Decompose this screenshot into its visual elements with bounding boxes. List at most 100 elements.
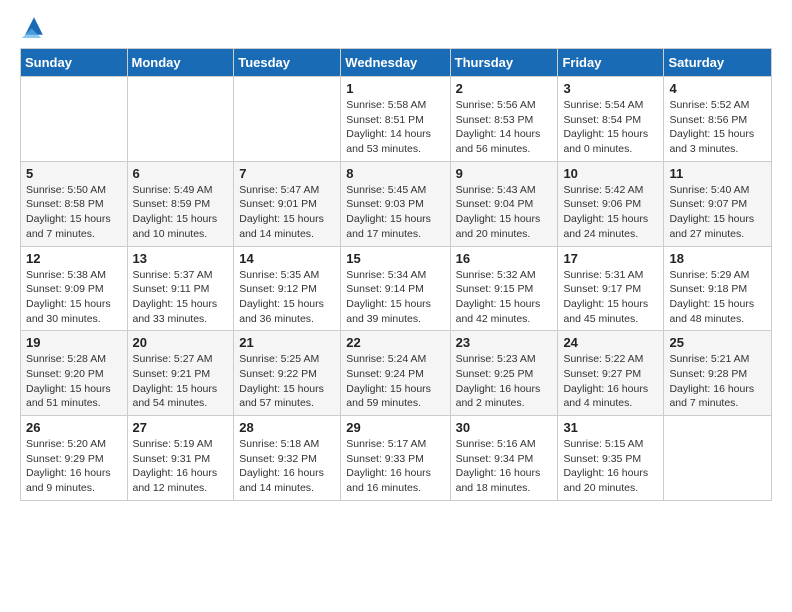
day-number: 25 bbox=[669, 335, 766, 350]
day-info: Sunrise: 5:42 AMSunset: 9:06 PMDaylight:… bbox=[563, 183, 658, 242]
day-info: Sunrise: 5:34 AMSunset: 9:14 PMDaylight:… bbox=[346, 268, 444, 327]
day-info: Sunrise: 5:27 AMSunset: 9:21 PMDaylight:… bbox=[133, 352, 229, 411]
day-number: 7 bbox=[239, 166, 335, 181]
calendar-cell bbox=[234, 77, 341, 162]
calendar-cell: 14 Sunrise: 5:35 AMSunset: 9:12 PMDayligh… bbox=[234, 246, 341, 331]
day-number: 2 bbox=[456, 81, 553, 96]
day-number: 12 bbox=[26, 251, 122, 266]
calendar-cell: 26 Sunrise: 5:20 AMSunset: 9:29 PMDayligh… bbox=[21, 416, 128, 501]
day-number: 21 bbox=[239, 335, 335, 350]
calendar-cell bbox=[127, 77, 234, 162]
calendar-cell: 16 Sunrise: 5:32 AMSunset: 9:15 PMDayligh… bbox=[450, 246, 558, 331]
day-number: 8 bbox=[346, 166, 444, 181]
calendar-cell bbox=[21, 77, 128, 162]
day-info: Sunrise: 5:38 AMSunset: 9:09 PMDaylight:… bbox=[26, 268, 122, 327]
day-number: 16 bbox=[456, 251, 553, 266]
day-info: Sunrise: 5:29 AMSunset: 9:18 PMDaylight:… bbox=[669, 268, 766, 327]
calendar: SundayMondayTuesdayWednesdayThursdayFrid… bbox=[20, 48, 772, 501]
day-number: 29 bbox=[346, 420, 444, 435]
day-info: Sunrise: 5:17 AMSunset: 9:33 PMDaylight:… bbox=[346, 437, 444, 496]
day-number: 20 bbox=[133, 335, 229, 350]
calendar-cell: 31 Sunrise: 5:15 AMSunset: 9:35 PMDayligh… bbox=[558, 416, 664, 501]
day-number: 23 bbox=[456, 335, 553, 350]
day-number: 19 bbox=[26, 335, 122, 350]
calendar-cell: 22Sunrise: 5:24 AMSunset: 9:24 PMDayligh… bbox=[341, 331, 450, 416]
day-info: Sunrise: 5:23 AMSunset: 9:25 PMDaylight:… bbox=[456, 352, 553, 411]
col-header-saturday: Saturday bbox=[664, 49, 772, 77]
day-number: 9 bbox=[456, 166, 553, 181]
week-row-4: 19 Sunrise: 5:28 AMSunset: 9:20 PMDayligh… bbox=[21, 331, 772, 416]
header bbox=[20, 16, 772, 38]
day-number: 11 bbox=[669, 166, 766, 181]
day-info: Sunrise: 5:35 AMSunset: 9:12 PMDaylight:… bbox=[239, 268, 335, 327]
calendar-cell: 18 Sunrise: 5:29 AMSunset: 9:18 PMDayligh… bbox=[664, 246, 772, 331]
day-info: Sunrise: 5:15 AMSunset: 9:35 PMDaylight:… bbox=[563, 437, 658, 496]
calendar-cell: 9 Sunrise: 5:43 AMSunset: 9:04 PMDaylight… bbox=[450, 161, 558, 246]
calendar-cell: 21Sunrise: 5:25 AMSunset: 9:22 PMDayligh… bbox=[234, 331, 341, 416]
day-info: Sunrise: 5:47 AMSunset: 9:01 PMDaylight:… bbox=[239, 183, 335, 242]
day-info: Sunrise: 5:19 AMSunset: 9:31 PMDaylight:… bbox=[133, 437, 229, 496]
calendar-cell: 25 Sunrise: 5:21 AMSunset: 9:28 PMDayligh… bbox=[664, 331, 772, 416]
day-number: 22 bbox=[346, 335, 444, 350]
day-info: Sunrise: 5:31 AMSunset: 9:17 PMDaylight:… bbox=[563, 268, 658, 327]
day-info: Sunrise: 5:58 AMSunset: 8:51 PMDaylight:… bbox=[346, 98, 444, 157]
calendar-cell: 2 Sunrise: 5:56 AMSunset: 8:53 PMDaylight… bbox=[450, 77, 558, 162]
day-number: 13 bbox=[133, 251, 229, 266]
col-header-monday: Monday bbox=[127, 49, 234, 77]
day-number: 26 bbox=[26, 420, 122, 435]
day-info: Sunrise: 5:49 AMSunset: 8:59 PMDaylight:… bbox=[133, 183, 229, 242]
week-row-1: 1 Sunrise: 5:58 AMSunset: 8:51 PMDaylight… bbox=[21, 77, 772, 162]
calendar-cell: 19 Sunrise: 5:28 AMSunset: 9:20 PMDayligh… bbox=[21, 331, 128, 416]
calendar-cell: 20 Sunrise: 5:27 AMSunset: 9:21 PMDayligh… bbox=[127, 331, 234, 416]
day-number: 10 bbox=[563, 166, 658, 181]
calendar-cell: 23 Sunrise: 5:23 AMSunset: 9:25 PMDayligh… bbox=[450, 331, 558, 416]
calendar-cell: 3 Sunrise: 5:54 AMSunset: 8:54 PMDaylight… bbox=[558, 77, 664, 162]
day-number: 15 bbox=[346, 251, 444, 266]
calendar-cell: 24Sunrise: 5:22 AMSunset: 9:27 PMDayligh… bbox=[558, 331, 664, 416]
col-header-tuesday: Tuesday bbox=[234, 49, 341, 77]
calendar-cell: 11 Sunrise: 5:40 AMSunset: 9:07 PMDayligh… bbox=[664, 161, 772, 246]
day-info: Sunrise: 5:43 AMSunset: 9:04 PMDaylight:… bbox=[456, 183, 553, 242]
col-header-wednesday: Wednesday bbox=[341, 49, 450, 77]
calendar-cell: 7 Sunrise: 5:47 AMSunset: 9:01 PMDaylight… bbox=[234, 161, 341, 246]
day-info: Sunrise: 5:16 AMSunset: 9:34 PMDaylight:… bbox=[456, 437, 553, 496]
day-number: 18 bbox=[669, 251, 766, 266]
day-info: Sunrise: 5:21 AMSunset: 9:28 PMDaylight:… bbox=[669, 352, 766, 411]
day-number: 31 bbox=[563, 420, 658, 435]
day-info: Sunrise: 5:18 AMSunset: 9:32 PMDaylight:… bbox=[239, 437, 335, 496]
day-number: 6 bbox=[133, 166, 229, 181]
calendar-cell: 15 Sunrise: 5:34 AMSunset: 9:14 PMDayligh… bbox=[341, 246, 450, 331]
day-info: Sunrise: 5:52 AMSunset: 8:56 PMDaylight:… bbox=[669, 98, 766, 157]
week-row-3: 12 Sunrise: 5:38 AMSunset: 9:09 PMDayligh… bbox=[21, 246, 772, 331]
calendar-cell: 4 Sunrise: 5:52 AMSunset: 8:56 PMDaylight… bbox=[664, 77, 772, 162]
day-info: Sunrise: 5:37 AMSunset: 9:11 PMDaylight:… bbox=[133, 268, 229, 327]
day-number: 4 bbox=[669, 81, 766, 96]
calendar-cell: 1 Sunrise: 5:58 AMSunset: 8:51 PMDaylight… bbox=[341, 77, 450, 162]
day-number: 3 bbox=[563, 81, 658, 96]
day-info: Sunrise: 5:54 AMSunset: 8:54 PMDaylight:… bbox=[563, 98, 658, 157]
calendar-cell: 30Sunrise: 5:16 AMSunset: 9:34 PMDayligh… bbox=[450, 416, 558, 501]
calendar-cell: 12 Sunrise: 5:38 AMSunset: 9:09 PMDayligh… bbox=[21, 246, 128, 331]
day-info: Sunrise: 5:28 AMSunset: 9:20 PMDaylight:… bbox=[26, 352, 122, 411]
day-info: Sunrise: 5:40 AMSunset: 9:07 PMDaylight:… bbox=[669, 183, 766, 242]
logo-icon bbox=[22, 14, 46, 38]
col-header-sunday: Sunday bbox=[21, 49, 128, 77]
day-number: 28 bbox=[239, 420, 335, 435]
calendar-cell: 5Sunrise: 5:50 AMSunset: 8:58 PMDaylight… bbox=[21, 161, 128, 246]
day-info: Sunrise: 5:50 AMSunset: 8:58 PMDaylight:… bbox=[26, 183, 122, 242]
day-info: Sunrise: 5:45 AMSunset: 9:03 PMDaylight:… bbox=[346, 183, 444, 242]
calendar-cell: 29 Sunrise: 5:17 AMSunset: 9:33 PMDayligh… bbox=[341, 416, 450, 501]
day-number: 1 bbox=[346, 81, 444, 96]
day-number: 27 bbox=[133, 420, 229, 435]
calendar-cell: 27 Sunrise: 5:19 AMSunset: 9:31 PMDayligh… bbox=[127, 416, 234, 501]
col-header-thursday: Thursday bbox=[450, 49, 558, 77]
day-info: Sunrise: 5:22 AMSunset: 9:27 PMDaylight:… bbox=[563, 352, 658, 411]
day-info: Sunrise: 5:20 AMSunset: 9:29 PMDaylight:… bbox=[26, 437, 122, 496]
day-info: Sunrise: 5:32 AMSunset: 9:15 PMDaylight:… bbox=[456, 268, 553, 327]
calendar-cell: 10 Sunrise: 5:42 AMSunset: 9:06 PMDayligh… bbox=[558, 161, 664, 246]
week-row-5: 26 Sunrise: 5:20 AMSunset: 9:29 PMDayligh… bbox=[21, 416, 772, 501]
day-number: 14 bbox=[239, 251, 335, 266]
calendar-cell: 8 Sunrise: 5:45 AMSunset: 9:03 PMDaylight… bbox=[341, 161, 450, 246]
week-row-2: 5Sunrise: 5:50 AMSunset: 8:58 PMDaylight… bbox=[21, 161, 772, 246]
day-info: Sunrise: 5:56 AMSunset: 8:53 PMDaylight:… bbox=[456, 98, 553, 157]
